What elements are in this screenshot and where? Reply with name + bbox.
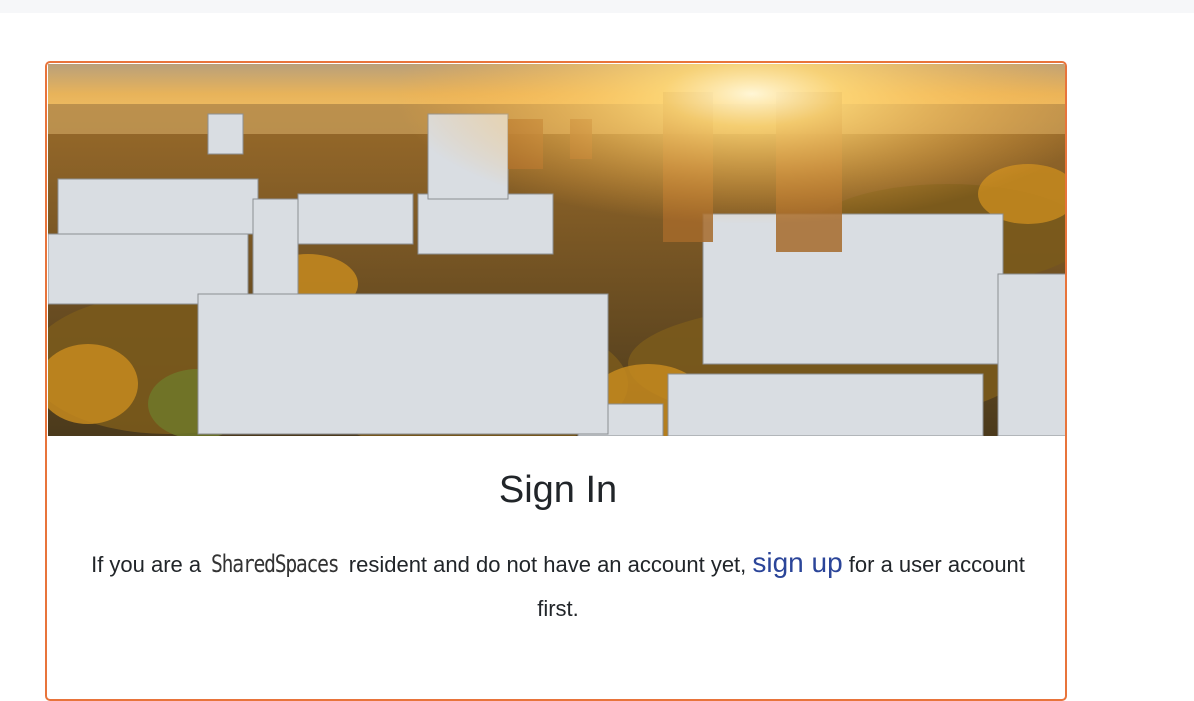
intro-text-middle: resident and do not have an account yet, xyxy=(342,552,753,577)
signup-link[interactable]: sign up xyxy=(752,547,842,578)
brand-name: SharedSpaces xyxy=(211,550,340,578)
page-title: Sign In xyxy=(498,469,618,511)
signin-card: Sign In If you are a SharedSpaces reside… xyxy=(45,61,1067,701)
intro-text-before: If you are a xyxy=(91,552,208,577)
hero-image xyxy=(48,64,1065,436)
city-sunset-illustration xyxy=(48,64,1065,436)
top-bar xyxy=(0,0,1194,13)
signup-prompt: If you are a SharedSpaces resident and d… xyxy=(77,541,1039,631)
